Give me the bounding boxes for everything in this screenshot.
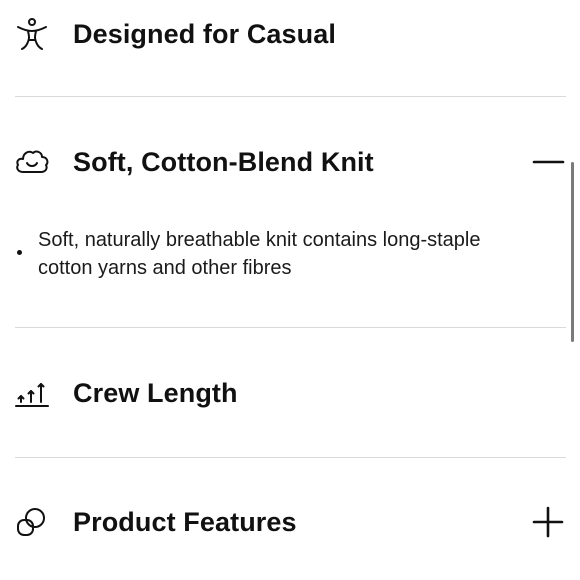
- accessibility-person-icon: [14, 16, 50, 52]
- collapse-minus-icon[interactable]: [530, 144, 566, 180]
- divider: [15, 327, 566, 328]
- list-item: Soft, naturally breathable knit contains…: [15, 226, 535, 282]
- section-crew-length[interactable]: Crew Length: [0, 373, 580, 413]
- bullet-text: Soft, naturally breathable knit contains…: [38, 229, 481, 279]
- section-title: Crew Length: [73, 377, 238, 408]
- product-details-accordion: Designed for Casual Soft, Cotton-Blend K…: [0, 0, 580, 580]
- divider: [15, 96, 566, 97]
- section-title: Product Features: [73, 506, 297, 537]
- section-content: Soft, naturally breathable knit contains…: [15, 226, 535, 282]
- section-designed-for-casual[interactable]: Designed for Casual: [0, 14, 580, 54]
- divider: [15, 457, 566, 458]
- section-product-features[interactable]: Product Features: [0, 502, 580, 542]
- bullet-dot: [17, 250, 22, 255]
- section-title: Designed for Casual: [73, 18, 336, 49]
- section-soft-cotton-blend-knit[interactable]: Soft, Cotton-Blend Knit: [0, 142, 580, 182]
- interlocking-shapes-icon: [14, 504, 50, 540]
- scrollbar[interactable]: [571, 162, 574, 342]
- cloud-smile-icon: [14, 144, 50, 180]
- expand-plus-icon[interactable]: [530, 504, 566, 540]
- section-title: Soft, Cotton-Blend Knit: [73, 146, 374, 177]
- crew-length-arrows-icon: [14, 375, 50, 411]
